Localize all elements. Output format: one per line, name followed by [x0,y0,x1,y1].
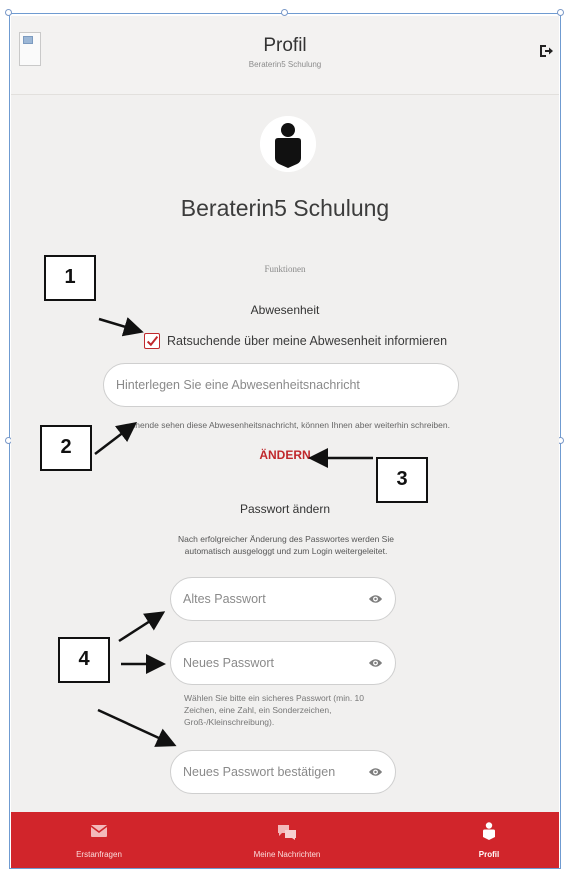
nav-label: Erstanfragen [76,850,122,859]
password-hint-line: automatisch ausgeloggt und zum Login wei… [184,546,388,556]
absence-checkbox-label[interactable]: Ratsuchende über meine Abwesenheit infor… [167,334,447,348]
change-absence-button[interactable]: ÄNDERN [11,448,559,462]
nav-label: Meine Nachrichten [253,850,321,859]
password-hint-line: Nach erfolgreicher Änderung des Passwort… [178,534,394,544]
absence-title: Abwesenheit [250,303,320,317]
resize-handle-top-left[interactable] [5,9,12,16]
arrow-4c [97,708,177,747]
password-rules: Wählen Sie bitte ein sicheres Passwort (… [184,692,384,728]
nav-item-profil[interactable]: Profil [459,812,519,868]
user-avatar-icon [260,116,316,172]
password-rules-line: Zeichen, eine Zahl, ein Sonderzeichen, [184,705,332,715]
eye-icon[interactable] [368,766,383,778]
annotation-box-4: 4 [58,637,110,683]
chat-bubbles-icon [278,825,296,840]
absence-hint: chende sehen diese Abwesenheitsnachricht… [131,420,450,430]
profile-name: Beraterin5 Schulung [180,195,390,221]
new-password-placeholder: Neues Passwort [183,656,275,670]
eye-icon[interactable] [368,593,383,605]
annotation-box-2: 2 [40,425,92,471]
nav-label: Profil [478,850,500,859]
password-rules-line: Wählen Sie bitte ein sicheres Passwort (… [184,693,364,703]
resize-handle-top[interactable] [281,9,288,16]
new-password-field[interactable]: Neues Passwort [170,641,396,685]
checkmark-icon [146,335,158,346]
password-hint: Nach erfolgreicher Änderung des Passwort… [166,533,406,557]
bottom-navigation: Erstanfragen Meine Nachrichten Profil [11,812,559,868]
absence-checkbox[interactable] [144,333,160,349]
absence-message-input[interactable]: Hinterlegen Sie eine Abwesenheitsnachric… [103,363,459,407]
confirm-password-placeholder: Neues Passwort bestätigen [183,765,336,779]
nav-item-meine-nachrichten[interactable]: Meine Nachrichten [237,812,337,868]
logout-icon[interactable] [538,43,554,59]
profile-icon [483,822,495,840]
annotation-box-3: 3 [376,457,428,503]
app-header: Profil Beraterin5 Schulung [11,16,559,95]
password-section-title: Passwort ändern [239,502,331,516]
nav-item-erstanfragen[interactable]: Erstanfragen [51,812,147,868]
arrow-1 [98,317,144,337]
arrow-4a [118,611,166,643]
eye-icon[interactable] [368,657,383,669]
confirm-password-field[interactable]: Neues Passwort bestätigen [170,750,396,794]
envelope-icon [91,825,107,837]
page-title: Profil [263,35,307,56]
resize-handle-top-right[interactable] [557,9,564,16]
annotation-box-1: 1 [44,255,96,301]
password-rules-line: Groß-/Kleinschreibung). [184,717,275,727]
page-subtitle: Beraterin5 Schulung [248,60,322,69]
app-screen: Profil Beraterin5 Schulung Beraterin5 Sc… [11,16,559,868]
old-password-field[interactable]: Altes Passwort [170,577,396,621]
old-password-placeholder: Altes Passwort [183,592,266,606]
